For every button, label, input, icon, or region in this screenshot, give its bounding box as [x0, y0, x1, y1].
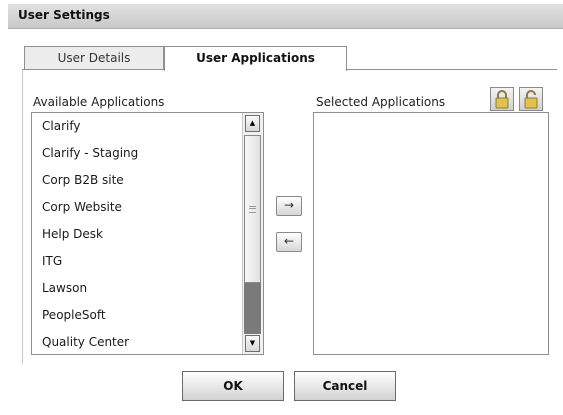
list-item[interactable]: Lawson: [32, 275, 242, 302]
available-applications-label: Available Applications: [33, 95, 165, 109]
scrollbar-track[interactable]: [244, 283, 261, 334]
dialog-title: User Settings: [18, 8, 110, 22]
list-item[interactable]: PeopleSoft: [32, 302, 242, 329]
scrollbar-thumb[interactable]: [244, 135, 261, 283]
unlock-icon: [524, 90, 538, 109]
selected-applications-list[interactable]: [313, 112, 549, 355]
unlock-button[interactable]: [519, 87, 543, 111]
triangle-up-icon: ▲: [249, 119, 256, 127]
scroll-down-button[interactable]: ▼: [245, 335, 260, 352]
arrow-left-icon: ←: [283, 234, 295, 248]
move-left-button[interactable]: ←: [276, 232, 302, 252]
ok-button[interactable]: OK: [182, 371, 284, 401]
list-item[interactable]: ITG: [32, 248, 242, 275]
lock-button[interactable]: [490, 87, 514, 111]
list-item[interactable]: Corp Website: [32, 194, 242, 221]
vertical-scrollbar[interactable]: ▲ ▼: [242, 113, 263, 354]
cancel-button[interactable]: Cancel: [294, 371, 396, 401]
list-item[interactable]: Clarify: [32, 113, 242, 140]
move-right-button[interactable]: →: [276, 196, 302, 216]
selected-applications-label: Selected Applications: [316, 95, 446, 109]
arrow-right-icon: →: [283, 198, 295, 212]
list-item[interactable]: Help Desk: [32, 221, 242, 248]
scroll-up-button[interactable]: ▲: [245, 115, 260, 132]
available-applications-list[interactable]: Clarify Clarify - Staging Corp B2B site …: [31, 112, 264, 355]
dialog-titlebar: User Settings: [8, 4, 563, 29]
list-item[interactable]: Quality Center: [32, 329, 242, 354]
lock-icon: [495, 90, 509, 109]
list-item[interactable]: Corp B2B site: [32, 167, 242, 194]
tab-user-applications[interactable]: User Applications: [164, 46, 347, 71]
tab-user-details[interactable]: User Details: [24, 46, 164, 70]
grip-icon: [249, 206, 256, 213]
list-item[interactable]: Clarify - Staging: [32, 140, 242, 167]
triangle-down-icon: ▼: [249, 339, 256, 347]
